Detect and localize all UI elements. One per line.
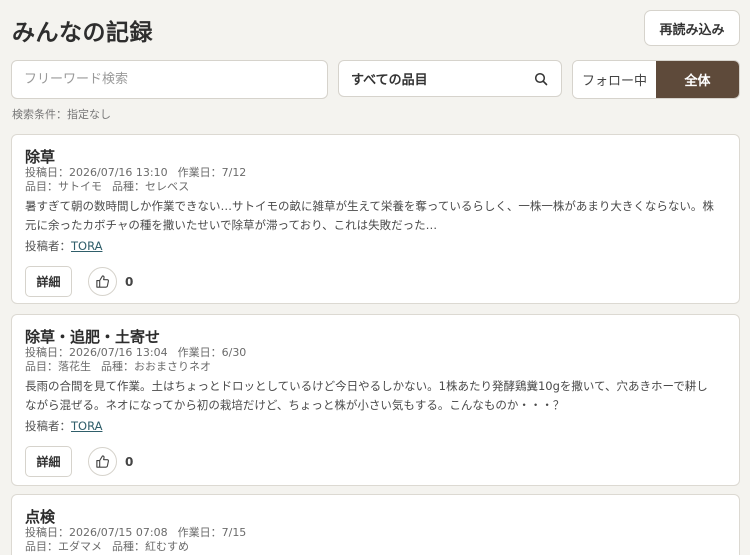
crop-item: 品目：エダマメ — [25, 540, 102, 553]
post-title: 除草 — [25, 148, 56, 166]
post-card: 点検 投稿日：2026/07/15 07:08 作業日：7/15 品目：エダマメ品… — [11, 494, 740, 555]
post-crop: 品目：サトイモ 品種：セレベス — [25, 180, 726, 194]
post-body: 長雨の合間を見て作業。土はちょっとドロッとしているけど今日やるしかない。1株あた… — [25, 379, 708, 412]
post-actions: 詳細 0 — [25, 446, 726, 477]
post-meta: 投稿日：2026/07/15 07:08 作業日：7/15 — [25, 526, 726, 540]
detail-button[interactable]: 詳細 — [25, 446, 72, 477]
reload-button[interactable]: 再読み込み — [644, 10, 740, 46]
post-date: 投稿日：2026/07/15 07:08 — [25, 526, 168, 539]
page-title: みんなの記録 — [12, 20, 153, 46]
post-title: 除草・追肥・土寄せ — [25, 328, 161, 346]
post-meta: 投稿日：2026/07/16 13:10 作業日：7/12 — [25, 166, 726, 180]
detail-button[interactable]: 詳細 — [25, 266, 72, 297]
post-author: 投稿者：TORA — [25, 417, 726, 435]
scope-follow-tab[interactable]: フォロー中 — [573, 61, 656, 98]
work-date: 作業日：7/15 — [177, 526, 247, 539]
like-count: 0 — [125, 454, 134, 469]
search-input[interactable] — [11, 60, 328, 99]
post-meta: 投稿日：2026/07/16 13:04 作業日：6/30 — [25, 346, 726, 360]
author-link[interactable]: TORA — [71, 239, 102, 253]
post-card: 除草 投稿日：2026/07/16 13:10 作業日：7/12 品目：サトイモ品… — [11, 134, 740, 304]
author-label: 投稿者： — [25, 419, 71, 433]
like-button[interactable] — [88, 267, 117, 296]
post-title: 点検 — [25, 508, 56, 526]
post-card: 除草・追肥・土寄せ 投稿日：2026/07/16 13:04 作業日：6/30 品… — [11, 314, 740, 486]
scope-all-tab[interactable]: 全体 — [656, 61, 739, 98]
crop-variety: 品種：紅むすめ — [112, 540, 189, 553]
crop-item: 品目：落花生 — [25, 360, 91, 373]
post-date: 投稿日：2026/07/16 13:10 — [25, 166, 168, 179]
post-date: 投稿日：2026/07/16 13:04 — [25, 346, 168, 359]
post-author: 投稿者：TORA — [25, 237, 726, 255]
like-button[interactable] — [88, 447, 117, 476]
post-body: 暑すぎて朝の数時間しか作業できない…サトイモの畝に雑草が生えて栄養を奪っているら… — [25, 199, 714, 232]
crop-variety: 品種：おおまさりネオ — [101, 360, 211, 373]
work-date: 作業日：7/12 — [177, 166, 247, 179]
scope-toggle: フォロー中 全体 — [572, 60, 740, 99]
category-select-value: すべての品目 — [351, 73, 428, 88]
category-select[interactable]: すべての品目 — [338, 60, 562, 97]
author-label: 投稿者： — [25, 239, 71, 253]
post-crop: 品目：エダマメ 品種：紅むすめ — [25, 540, 726, 554]
like-count: 0 — [125, 274, 134, 289]
post-actions: 詳細 0 — [25, 266, 726, 297]
crop-variety: 品種：セレベス — [112, 180, 190, 193]
search-icon — [533, 71, 549, 87]
filter-status: 検索条件：指定なし — [12, 108, 111, 121]
thumbs-up-icon — [96, 275, 110, 288]
crop-item: 品目：サトイモ — [25, 180, 102, 193]
thumbs-up-icon — [96, 455, 110, 468]
work-date: 作業日：6/30 — [177, 346, 247, 359]
post-crop: 品目：落花生 品種：おおまさりネオ — [25, 360, 726, 374]
author-link[interactable]: TORA — [71, 419, 102, 433]
